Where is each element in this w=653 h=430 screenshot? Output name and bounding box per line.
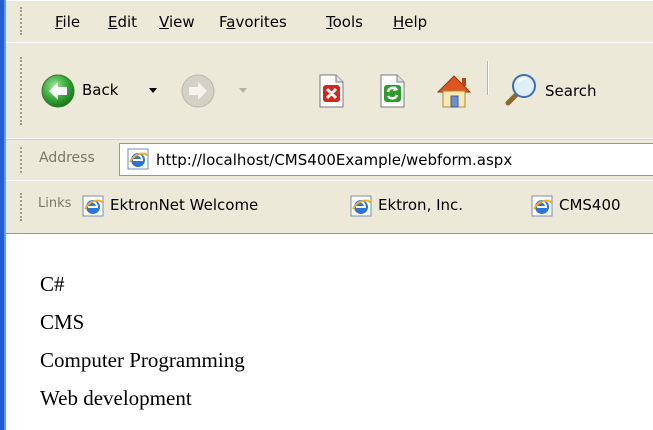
link-label: CMS400 xyxy=(559,196,621,214)
content-line-computer-programming: Computer Programming xyxy=(40,348,245,372)
forward-button[interactable] xyxy=(180,73,260,109)
address-label: Address xyxy=(39,150,95,166)
menu-help[interactable]: Help xyxy=(393,13,427,31)
addressbar-grip[interactable] xyxy=(20,147,25,173)
menu-favorites[interactable]: Favorites xyxy=(219,13,287,31)
back-dropdown-icon[interactable] xyxy=(149,88,157,93)
search-label: Search xyxy=(545,82,597,100)
back-label: Back xyxy=(82,81,119,99)
stop-icon xyxy=(319,74,344,108)
search-icon xyxy=(505,74,536,106)
standard-toolbar: Back Search xyxy=(6,42,653,140)
search-button[interactable]: Search xyxy=(502,71,642,111)
address-url-text: http://localhost/CMS400Example/webform.a… xyxy=(156,151,513,169)
refresh-button[interactable] xyxy=(375,73,411,109)
menubar-grip[interactable] xyxy=(20,7,25,35)
linksbar-grip[interactable] xyxy=(20,193,25,221)
home-icon xyxy=(436,75,472,108)
ie-page-icon xyxy=(82,195,104,217)
link-cms400[interactable]: CMS400 xyxy=(529,192,653,220)
link-label: Ektron, Inc. xyxy=(378,196,464,214)
toolbar-separator xyxy=(487,61,489,95)
page-content: C# CMS Computer Programming Web developm… xyxy=(16,234,653,430)
ie-page-icon xyxy=(127,148,149,170)
link-label: EktronNet Welcome xyxy=(110,196,259,214)
stop-button[interactable] xyxy=(314,73,350,109)
refresh-icon xyxy=(380,74,405,108)
browser-chrome: File Edit View Favorites Tools Help Back… xyxy=(6,0,653,234)
address-bar: Address http://localhost/CMS400Example/w… xyxy=(6,138,653,181)
forward-dropdown-icon[interactable] xyxy=(239,88,247,93)
home-button[interactable] xyxy=(434,71,474,111)
menu-tools[interactable]: Tools xyxy=(326,13,363,31)
menu-edit[interactable]: Edit xyxy=(108,13,137,31)
toolbar-grip[interactable] xyxy=(20,57,25,125)
link-ektron-inc[interactable]: Ektron, Inc. xyxy=(348,192,508,220)
address-input[interactable]: http://localhost/CMS400Example/webform.a… xyxy=(119,143,653,176)
links-bar: Links EktronNet Welcome Ektron, Inc. CMS… xyxy=(6,180,653,234)
link-ektronnet-welcome[interactable]: EktronNet Welcome xyxy=(80,192,270,220)
menu-bar: File Edit View Favorites Tools Help xyxy=(6,0,653,43)
content-line-csharp: C# xyxy=(40,272,65,296)
links-label: Links xyxy=(38,196,72,211)
menu-view[interactable]: View xyxy=(159,13,195,31)
ie-page-icon xyxy=(350,195,372,217)
forward-arrow-icon xyxy=(181,74,215,108)
content-line-web-development: Web development xyxy=(40,386,192,410)
content-line-cms: CMS xyxy=(40,310,85,334)
ie-page-icon xyxy=(531,195,553,217)
menu-file[interactable]: File xyxy=(55,13,80,31)
back-arrow-icon xyxy=(41,74,75,108)
back-button[interactable]: Back xyxy=(40,71,170,111)
